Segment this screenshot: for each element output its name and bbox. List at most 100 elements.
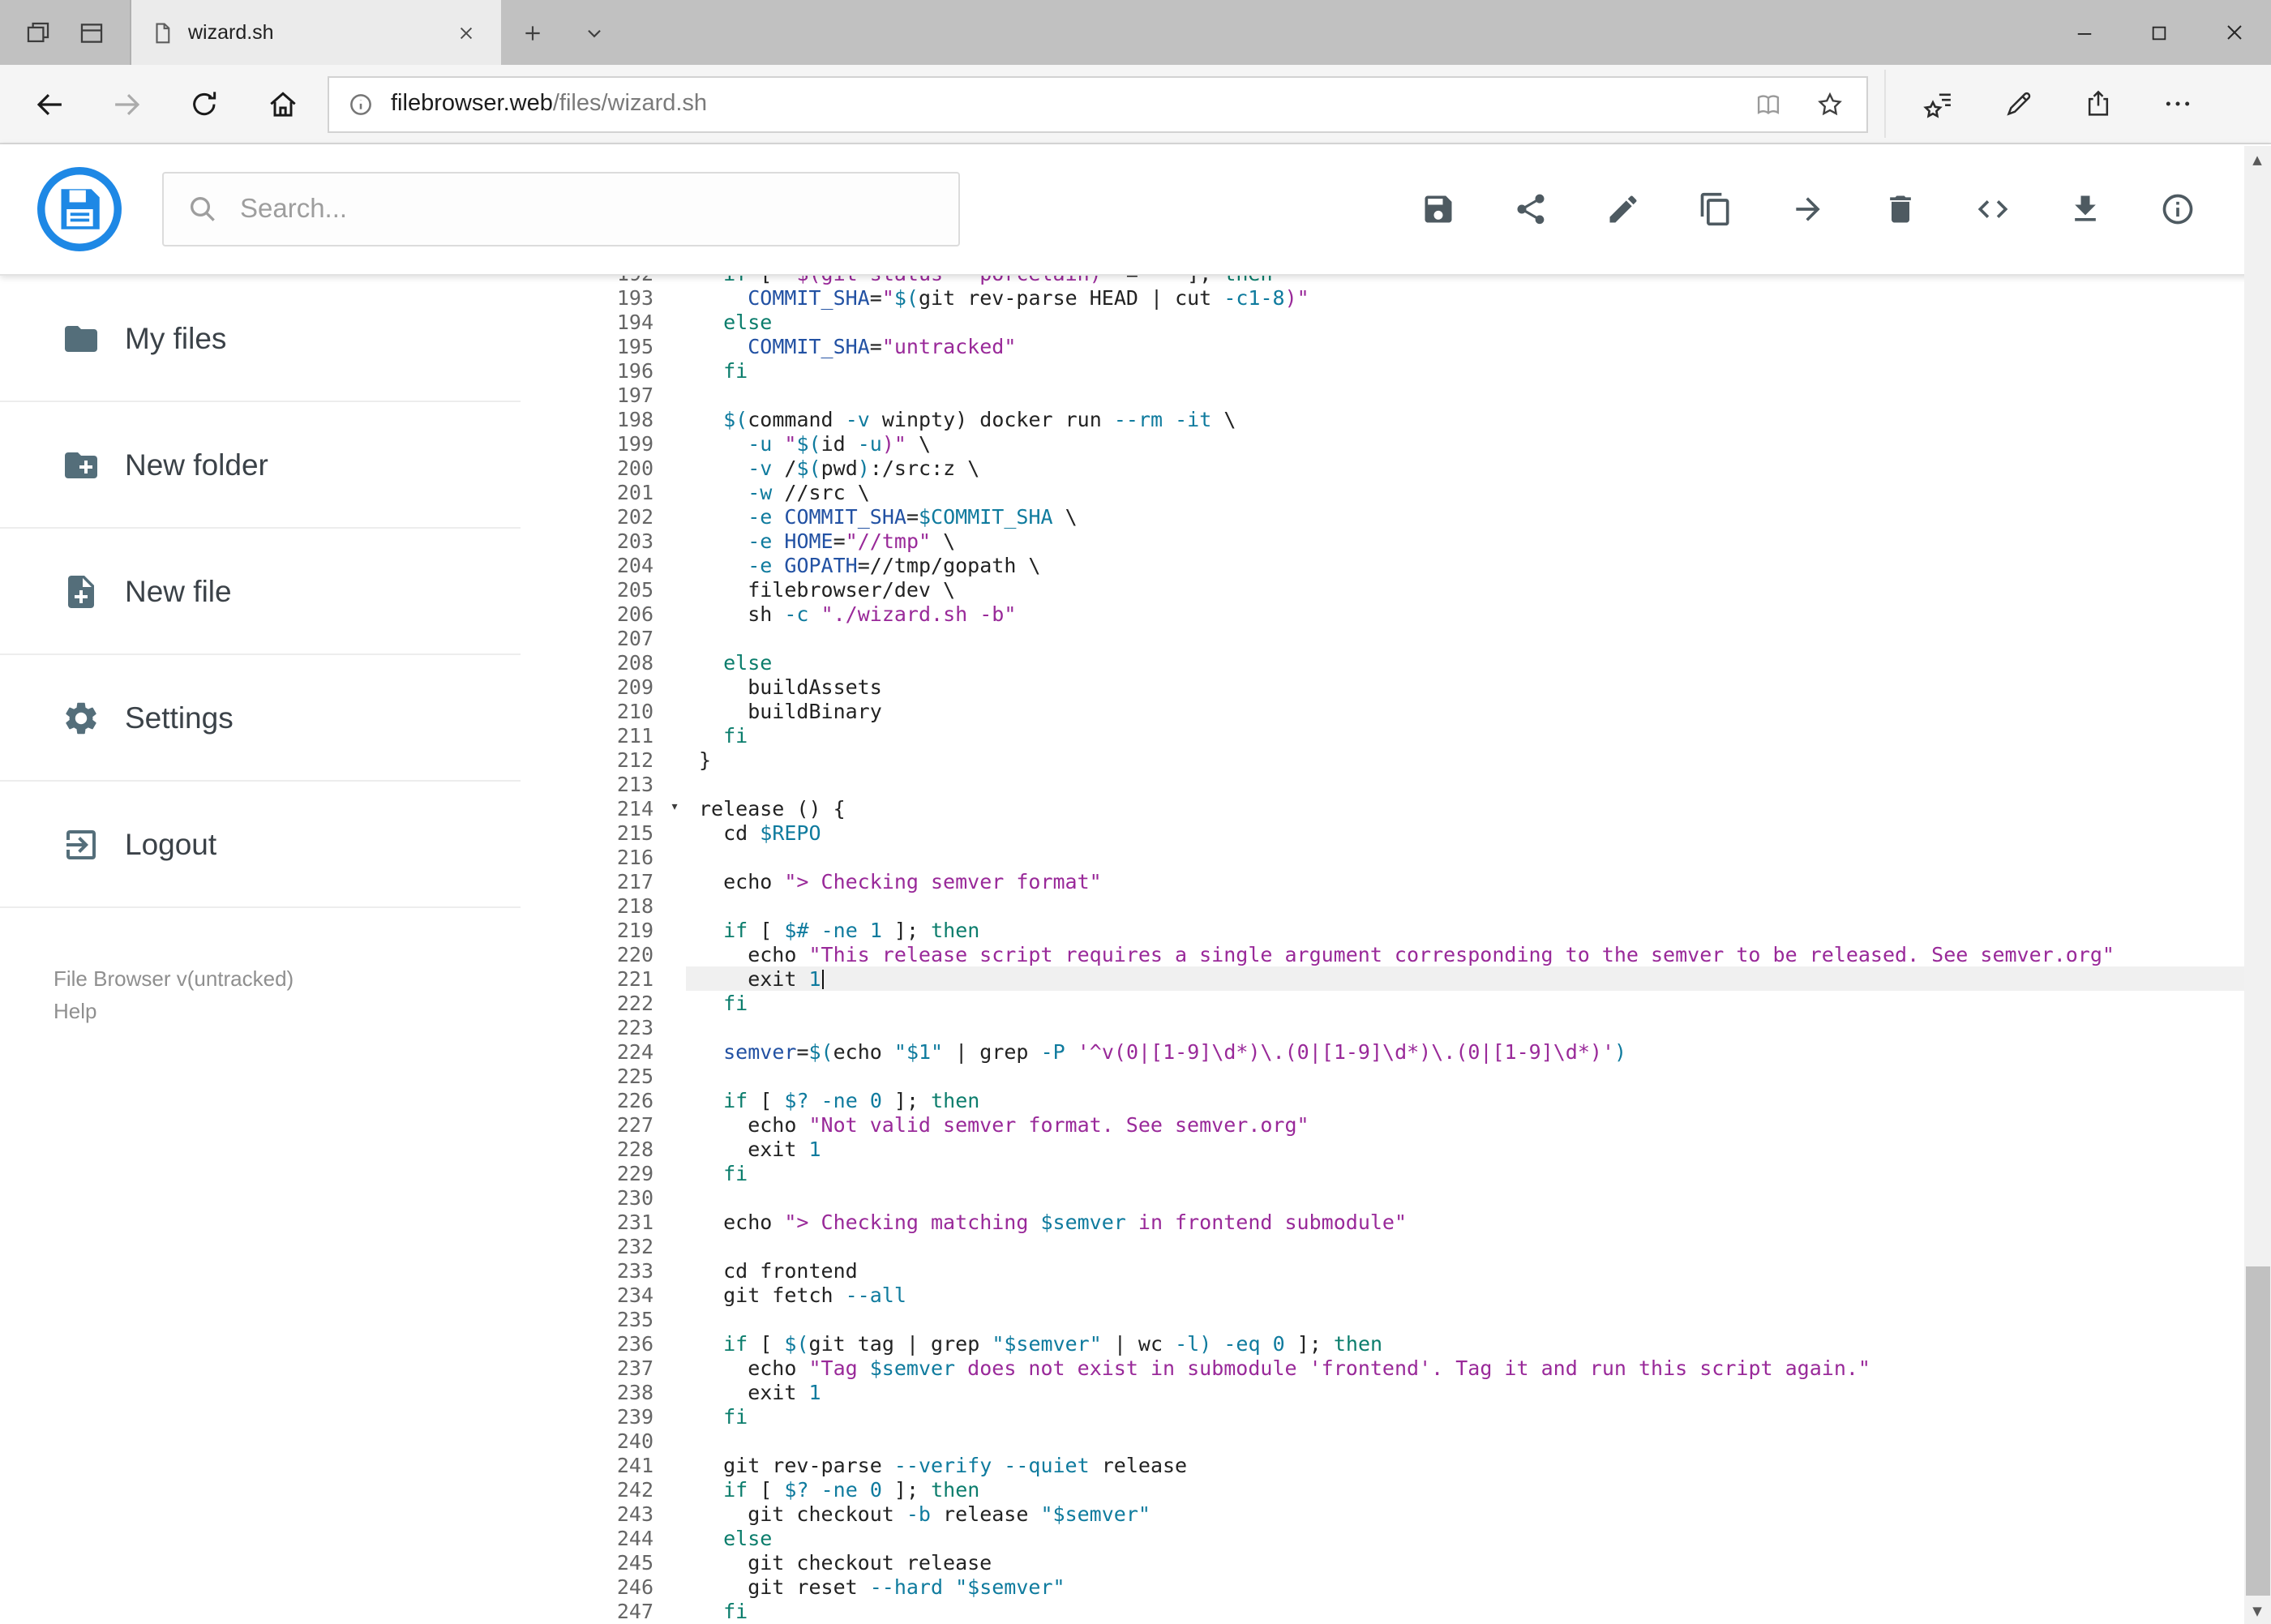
- code-line[interactable]: 198 $(command -v winpty) docker run --rm…: [521, 407, 2243, 431]
- line-number[interactable]: 199: [521, 431, 663, 456]
- line-number[interactable]: 197: [521, 383, 663, 407]
- edit-button[interactable]: [1603, 190, 1642, 229]
- line-number[interactable]: 242: [521, 1477, 663, 1502]
- move-button[interactable]: [1788, 190, 1827, 229]
- scrollbar-track[interactable]: [2243, 174, 2271, 1596]
- line-number[interactable]: 218: [521, 893, 663, 918]
- line-number[interactable]: 220: [521, 942, 663, 966]
- back-button[interactable]: [10, 70, 88, 138]
- sidebar-item-my-files[interactable]: My files: [0, 276, 521, 402]
- line-number[interactable]: 193: [521, 285, 663, 310]
- code-line[interactable]: 194 else: [521, 310, 2243, 334]
- search-input[interactable]: [240, 194, 936, 225]
- code-editor[interactable]: 192 if [ "$(git status --porcelain)" = "…: [521, 276, 2243, 1624]
- line-number[interactable]: 215: [521, 821, 663, 845]
- code-line[interactable]: 237 echo "Tag $semver does not exist in …: [521, 1356, 2243, 1380]
- line-number[interactable]: 231: [521, 1210, 663, 1234]
- code-line[interactable]: 240: [521, 1429, 2243, 1453]
- line-number[interactable]: 204: [521, 553, 663, 577]
- line-number[interactable]: 223: [521, 1015, 663, 1039]
- line-number[interactable]: 225: [521, 1064, 663, 1088]
- code-line[interactable]: 204 -e GOPATH=//tmp/gopath \: [521, 553, 2243, 577]
- code-line[interactable]: 233 cd frontend: [521, 1258, 2243, 1283]
- line-number[interactable]: 237: [521, 1356, 663, 1380]
- code-line[interactable]: 220 echo "This release script requires a…: [521, 942, 2243, 966]
- line-number[interactable]: 246: [521, 1575, 663, 1599]
- line-number[interactable]: 196: [521, 358, 663, 383]
- code-line[interactable]: 238 exit 1: [521, 1380, 2243, 1404]
- filebrowser-logo[interactable]: [36, 165, 123, 253]
- refresh-button[interactable]: [165, 70, 243, 138]
- sidebar-item-logout[interactable]: Logout: [0, 782, 521, 908]
- code-line[interactable]: 223: [521, 1015, 2243, 1039]
- line-number[interactable]: 202: [521, 504, 663, 529]
- line-number[interactable]: 247: [521, 1599, 663, 1623]
- reading-view-icon[interactable]: [1737, 77, 1798, 131]
- line-number[interactable]: 227: [521, 1112, 663, 1137]
- sidebar-item-new-folder[interactable]: New folder: [0, 402, 521, 529]
- code-line[interactable]: 202 -e COMMIT_SHA=$COMMIT_SHA \: [521, 504, 2243, 529]
- tab-list-chevron-icon[interactable]: [563, 0, 624, 65]
- code-line[interactable]: 222 fi: [521, 991, 2243, 1015]
- line-number[interactable]: 195: [521, 334, 663, 358]
- line-number[interactable]: 234: [521, 1283, 663, 1307]
- code-line[interactable]: 234 git fetch --all: [521, 1283, 2243, 1307]
- browser-tab[interactable]: wizard.sh: [131, 0, 501, 65]
- code-line[interactable]: 210 buildBinary: [521, 699, 2243, 723]
- code-line[interactable]: 208 else: [521, 650, 2243, 675]
- code-line[interactable]: 212}: [521, 748, 2243, 772]
- line-number[interactable]: 228: [521, 1137, 663, 1161]
- hub-favorites-icon[interactable]: [1899, 70, 1978, 138]
- line-number[interactable]: 200: [521, 456, 663, 480]
- line-number[interactable]: 205: [521, 577, 663, 602]
- copy-button[interactable]: [1695, 190, 1734, 229]
- code-line[interactable]: 199 -u "$(id -u)" \: [521, 431, 2243, 456]
- sidebar-item-new-file[interactable]: New file: [0, 529, 521, 655]
- code-line[interactable]: 206 sh -c "./wizard.sh -b": [521, 602, 2243, 626]
- home-button[interactable]: [243, 70, 321, 138]
- code-line[interactable]: 241 git rev-parse --verify --quiet relea…: [521, 1453, 2243, 1477]
- code-line[interactable]: 225: [521, 1064, 2243, 1088]
- line-number[interactable]: 240: [521, 1429, 663, 1453]
- search-box[interactable]: [162, 172, 960, 246]
- line-number[interactable]: 245: [521, 1550, 663, 1575]
- code-line[interactable]: 213: [521, 772, 2243, 796]
- code-line[interactable]: 224 semver=$(echo "$1" | grep -P '^v(0|[…: [521, 1039, 2243, 1064]
- line-number[interactable]: 244: [521, 1526, 663, 1550]
- tab-close-icon[interactable]: [444, 11, 486, 54]
- scroll-down-icon[interactable]: ▼: [2243, 1596, 2271, 1624]
- download-button[interactable]: [2065, 190, 2104, 229]
- code-line[interactable]: 211 fi: [521, 723, 2243, 748]
- line-number[interactable]: 217: [521, 869, 663, 893]
- fold-arrow-icon[interactable]: ▾: [663, 796, 686, 821]
- code-line[interactable]: 231 echo "> Checking matching $semver in…: [521, 1210, 2243, 1234]
- code-line[interactable]: 235: [521, 1307, 2243, 1331]
- share-button[interactable]: [1510, 190, 1549, 229]
- code-line[interactable]: 200 -v /$(pwd):/src:z \: [521, 456, 2243, 480]
- code-line[interactable]: 242 if [ $? -ne 0 ]; then: [521, 1477, 2243, 1502]
- new-tab-button[interactable]: [501, 0, 563, 65]
- line-number[interactable]: 221: [521, 966, 663, 991]
- line-number[interactable]: 238: [521, 1380, 663, 1404]
- code-line[interactable]: 247 fi: [521, 1599, 2243, 1623]
- maximize-button[interactable]: [2122, 0, 2196, 65]
- code-line[interactable]: 209 buildAssets: [521, 675, 2243, 699]
- set-tabs-aside-icon[interactable]: [24, 19, 52, 46]
- line-number[interactable]: 236: [521, 1331, 663, 1356]
- line-number[interactable]: 208: [521, 650, 663, 675]
- site-info-icon[interactable]: [329, 77, 391, 131]
- line-number[interactable]: 201: [521, 480, 663, 504]
- line-number[interactable]: 212: [521, 748, 663, 772]
- code-line[interactable]: 218: [521, 893, 2243, 918]
- line-number[interactable]: 232: [521, 1234, 663, 1258]
- line-number[interactable]: 203: [521, 529, 663, 553]
- code-line[interactable]: 197: [521, 383, 2243, 407]
- code-line[interactable]: 230: [521, 1185, 2243, 1210]
- code-line[interactable]: 229 fi: [521, 1161, 2243, 1185]
- tab-preview-icon[interactable]: [78, 19, 105, 46]
- code-line[interactable]: 207: [521, 626, 2243, 650]
- code-line[interactable]: 203 -e HOME="//tmp" \: [521, 529, 2243, 553]
- close-window-button[interactable]: [2196, 0, 2271, 65]
- line-number[interactable]: 226: [521, 1088, 663, 1112]
- address-bar[interactable]: filebrowser.web/files/wizard.sh: [328, 75, 1868, 132]
